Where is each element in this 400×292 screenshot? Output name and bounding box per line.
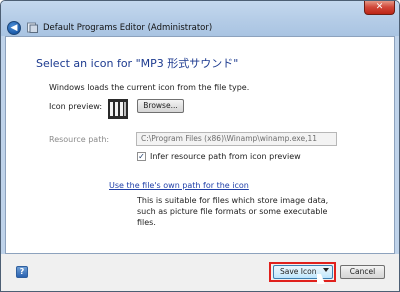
close-button[interactable]: ✕ xyxy=(364,1,395,15)
window-title: Default Programs Editor (Administrator) xyxy=(43,23,213,33)
use-own-path-help: This is suitable for files which store i… xyxy=(137,196,329,227)
infer-path-label[interactable]: Infer resource path from icon preview xyxy=(150,152,301,161)
description-text: Windows loads the current icon from the … xyxy=(49,83,250,92)
help-icon[interactable]: ? xyxy=(16,266,28,278)
resource-path-label: Resource path: xyxy=(49,135,110,144)
back-arrow-icon[interactable]: ◀ xyxy=(7,21,21,35)
resource-path-input[interactable]: C:\Program Files (x86)\Winamp\winamp.exe… xyxy=(136,132,337,146)
dialog-window: ◀ Default Programs Editor (Administrator… xyxy=(0,0,400,292)
mouse-cursor-icon xyxy=(317,274,325,284)
cancel-button[interactable]: Cancel xyxy=(340,265,385,279)
infer-path-checkbox[interactable]: ✓ xyxy=(137,152,146,161)
icon-preview-label: Icon preview: xyxy=(49,102,103,111)
browse-button[interactable]: Browse... xyxy=(137,99,184,113)
content-panel: Select an icon for "MP3 形式サウンド" Windows … xyxy=(5,36,395,254)
use-own-path-link[interactable]: Use the file's own path for the icon xyxy=(109,181,249,190)
chevron-down-icon[interactable] xyxy=(323,268,329,272)
page-heading: Select an icon for "MP3 形式サウンド" xyxy=(36,57,239,70)
app-icon xyxy=(27,22,38,33)
mp3-file-icon xyxy=(108,99,128,119)
